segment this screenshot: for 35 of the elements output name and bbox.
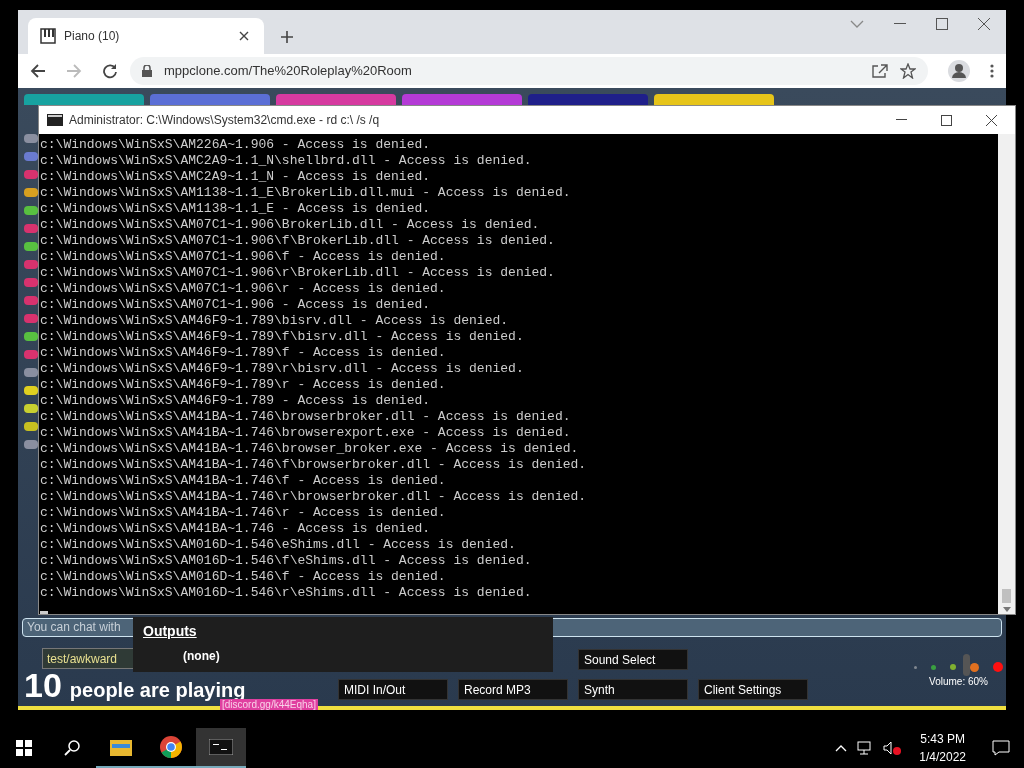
console-line: c:\Windows\WinSxS\AM46F9~1.789\r - Access is denied. bbox=[40, 377, 446, 393]
console-line: c:\Windows\WinSxS\AM46F9~1.789\bisrv.dll - Access is denied. bbox=[40, 313, 509, 329]
console-line: c:\Windows\WinSxS\AM41BA~1.746\browserbroker.dll - Access is denied. bbox=[40, 409, 571, 425]
tab-title: Piano (10) bbox=[64, 28, 121, 45]
console-line: c:\Windows\WinSxS\AM41BA~1.746\r - Access is denied. bbox=[40, 505, 446, 521]
console-line: c:\Windows\WinSxS\AM016D~1.546\f - Access is denied. bbox=[40, 569, 446, 585]
player-count: 10 bbox=[24, 668, 62, 702]
console-line: c:\Windows\WinSxS\AM07C1~1.906\BrokerLib.dll - Access is denied. bbox=[40, 217, 540, 233]
console-line: c:\Windows\WinSxS\AM41BA~1.746\f - Access is denied. bbox=[40, 473, 446, 489]
player-count-label: people are playing bbox=[69, 680, 246, 700]
console-line: c:\Windows\WinSxS\AM46F9~1.789 - Access is denied. bbox=[40, 393, 431, 409]
volume-label: Volume: 60% bbox=[929, 675, 988, 689]
console-line: c:\Windows\WinSxS\AM46F9~1.789\f\bisrv.dll - Access is denied. bbox=[40, 329, 524, 345]
console-line: c:\Windows\WinSxS\AM07C1~1.906\r\BrokerLib.dll - Access is denied. bbox=[40, 265, 555, 281]
console-line: c:\Windows\WinSxS\AM016D~1.546\eShims.dll - Access is denied. bbox=[40, 537, 516, 553]
console-line: c:\Windows\WinSxS\AM1138~1.1_E - Access is denied. bbox=[40, 201, 431, 217]
console-line: c:\Windows\WinSxS\AM07C1~1.906\f - Access is denied. bbox=[40, 249, 446, 265]
console-line: c:\Windows\WinSxS\AM226A~1.906 - Access is denied. bbox=[40, 137, 431, 153]
console-line: c:\Windows\WinSxS\AM016D~1.546\r\eShims.dll - Access is denied. bbox=[40, 585, 532, 601]
console-line: c:\Windows\WinSxS\AMC2A9~1.1_N - Access is denied. bbox=[40, 169, 431, 185]
console-line: c:\Windows\WinSxS\AM41BA~1.746\browser_broker.exe - Access is denied. bbox=[40, 441, 579, 457]
console-line: c:\Windows\WinSxS\AM46F9~1.789\r\bisrv.dll - Access is denied. bbox=[40, 361, 524, 377]
console-line: c:\Windows\WinSxS\AM07C1~1.906 - Access is denied. bbox=[40, 297, 431, 313]
console-line: c:\Windows\WinSxS\AM41BA~1.746\browserexport.exe - Access is denied. bbox=[40, 425, 571, 441]
console-line: c:\Windows\WinSxS\AM46F9~1.789\f - Access is denied. bbox=[40, 345, 446, 361]
console-line: c:\Windows\WinSxS\AM07C1~1.906\r - Access is denied. bbox=[40, 281, 446, 297]
console-line: c:\Windows\WinSxS\AM07C1~1.906\f\BrokerLib.dll - Access is denied. bbox=[40, 233, 555, 249]
console-line: c:\Windows\WinSxS\AM41BA~1.746 - Access is denied. bbox=[40, 521, 431, 537]
console-line: c:\Windows\WinSxS\AMC2A9~1.1_N\shellbrd.dll - Access is denied. bbox=[40, 153, 532, 169]
console-line: c:\Windows\WinSxS\AM41BA~1.746\r\browserbroker.dll - Access is denied. bbox=[40, 489, 587, 505]
outputs-heading: Outputs bbox=[143, 622, 198, 641]
window-title: Administrator: C:\Windows\System32\cmd.exe - rd c:\ /s /q bbox=[69, 112, 381, 129]
console-line: c:\Windows\WinSxS\AM1138~1.1_E\BrokerLib.dll.mui - Access is denied. bbox=[40, 185, 571, 201]
console-line: c:\Windows\WinSxS\AM016D~1.546\f\eShims.dll - Access is denied. bbox=[40, 553, 532, 569]
console-line: c:\Windows\WinSxS\AM41BA~1.746\f\browserbroker.dll - Access is denied. bbox=[40, 457, 587, 473]
